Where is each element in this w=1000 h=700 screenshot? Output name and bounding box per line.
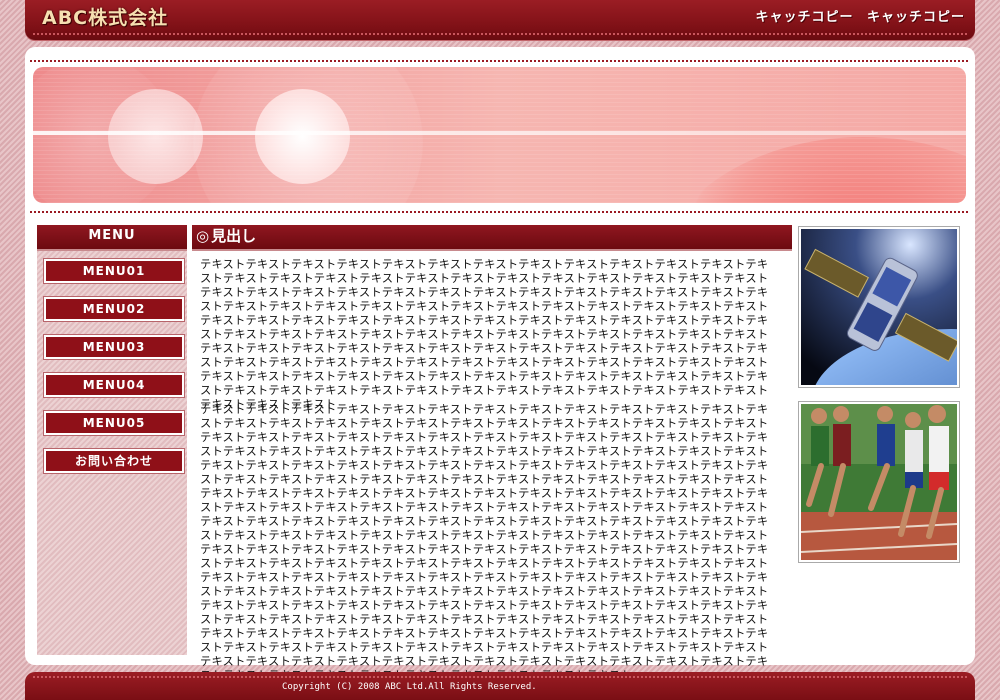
site-header: ABC株式会社 キャッチコピー キャッチコピー — [25, 0, 975, 40]
copyright-text: Copyright (C) 2008 ABC Ltd.All Rights Re… — [282, 682, 537, 692]
site-logo[interactable]: ABC株式会社 — [42, 3, 168, 30]
catch-copy: キャッチコピー キャッチコピー — [747, 6, 965, 25]
site-footer: Copyright (C) 2008 ABC Ltd.All Rights Re… — [25, 672, 975, 700]
heading-text: 見出し — [211, 227, 257, 245]
catch-copy-2: キャッチコピー — [866, 10, 965, 25]
catch-copy-1: キャッチコピー — [755, 10, 854, 25]
heading-mark-icon: ◎ — [196, 227, 210, 245]
menu-button-4[interactable]: MENU04 — [44, 373, 184, 397]
satellite-image — [801, 229, 957, 385]
dotted-divider-top — [30, 60, 970, 62]
runners-image — [801, 404, 957, 560]
body-paragraph-2: テキストテキストテキストテキストテキストテキストテキストテキストテキストテキスト… — [200, 403, 769, 682]
menu-button-3[interactable]: MENU03 — [44, 335, 184, 359]
sidebar: MENU MENU01 MENU02 MENU03 MENU04 MENU05 … — [37, 225, 187, 655]
satellite-photo — [798, 226, 960, 388]
menu-button-5[interactable]: MENU05 — [44, 411, 184, 435]
main-panel: MENU MENU01 MENU02 MENU03 MENU04 MENU05 … — [25, 47, 975, 682]
menu-button-2[interactable]: MENU02 — [44, 297, 184, 321]
hero-banner — [33, 67, 966, 203]
dotted-divider-bottom — [30, 211, 970, 213]
menu-title: MENU — [37, 225, 187, 251]
contact-button[interactable]: お問い合わせ — [44, 449, 184, 473]
runners-photo — [798, 401, 960, 563]
menu-button-1[interactable]: MENU01 — [44, 259, 184, 283]
section-heading: ◎ 見出し — [192, 225, 792, 251]
body-paragraph-1: テキストテキストテキストテキストテキストテキストテキストテキストテキストテキスト… — [200, 258, 769, 411]
